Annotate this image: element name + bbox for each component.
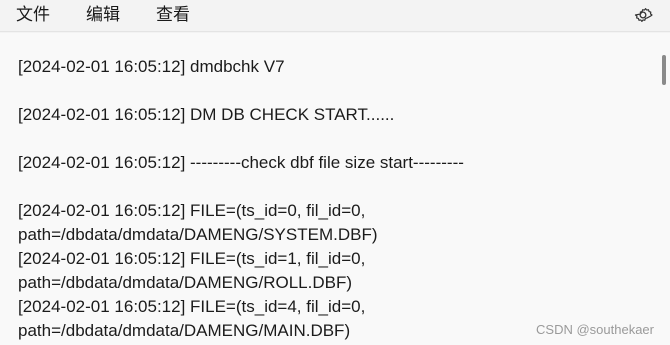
- menu-bar: 文件 编辑 查看: [0, 0, 670, 32]
- watermark: CSDN @southekaer: [536, 322, 654, 337]
- notepad-window: 文件 编辑 查看 [2024-02-01 16:05:12] dmdbchk V…: [0, 0, 670, 345]
- menu-edit[interactable]: 编辑: [84, 3, 122, 27]
- editor-line: path=/dbdata/dmdata/DAMENG/SYSTEM.DBF): [18, 225, 378, 244]
- editor-line: [2024-02-01 16:05:12] dmdbchk V7: [18, 57, 285, 76]
- menu-view[interactable]: 查看: [154, 3, 192, 27]
- editor-content[interactable]: [2024-02-01 16:05:12] dmdbchk V7 [2024-02…: [18, 55, 648, 343]
- editor-line: [2024-02-01 16:05:12] DM DB CHECK START.…: [18, 105, 395, 124]
- gear-icon[interactable]: [632, 4, 654, 26]
- menu-file[interactable]: 文件: [14, 3, 52, 27]
- editor-line: path=/dbdata/dmdata/DAMENG/ROLL.DBF): [18, 273, 353, 292]
- vertical-scrollbar[interactable]: [662, 55, 666, 85]
- editor-line: [2024-02-01 16:05:12] FILE=(ts_id=0, fil…: [18, 201, 366, 220]
- editor-line: [2024-02-01 16:05:12] ---------check dbf…: [18, 153, 464, 172]
- text-editor[interactable]: [2024-02-01 16:05:12] dmdbchk V7 [2024-02…: [0, 33, 670, 345]
- editor-line: [2024-02-01 16:05:12] FILE=(ts_id=4, fil…: [18, 297, 366, 316]
- editor-line: [2024-02-01 16:05:12] FILE=(ts_id=1, fil…: [18, 249, 366, 268]
